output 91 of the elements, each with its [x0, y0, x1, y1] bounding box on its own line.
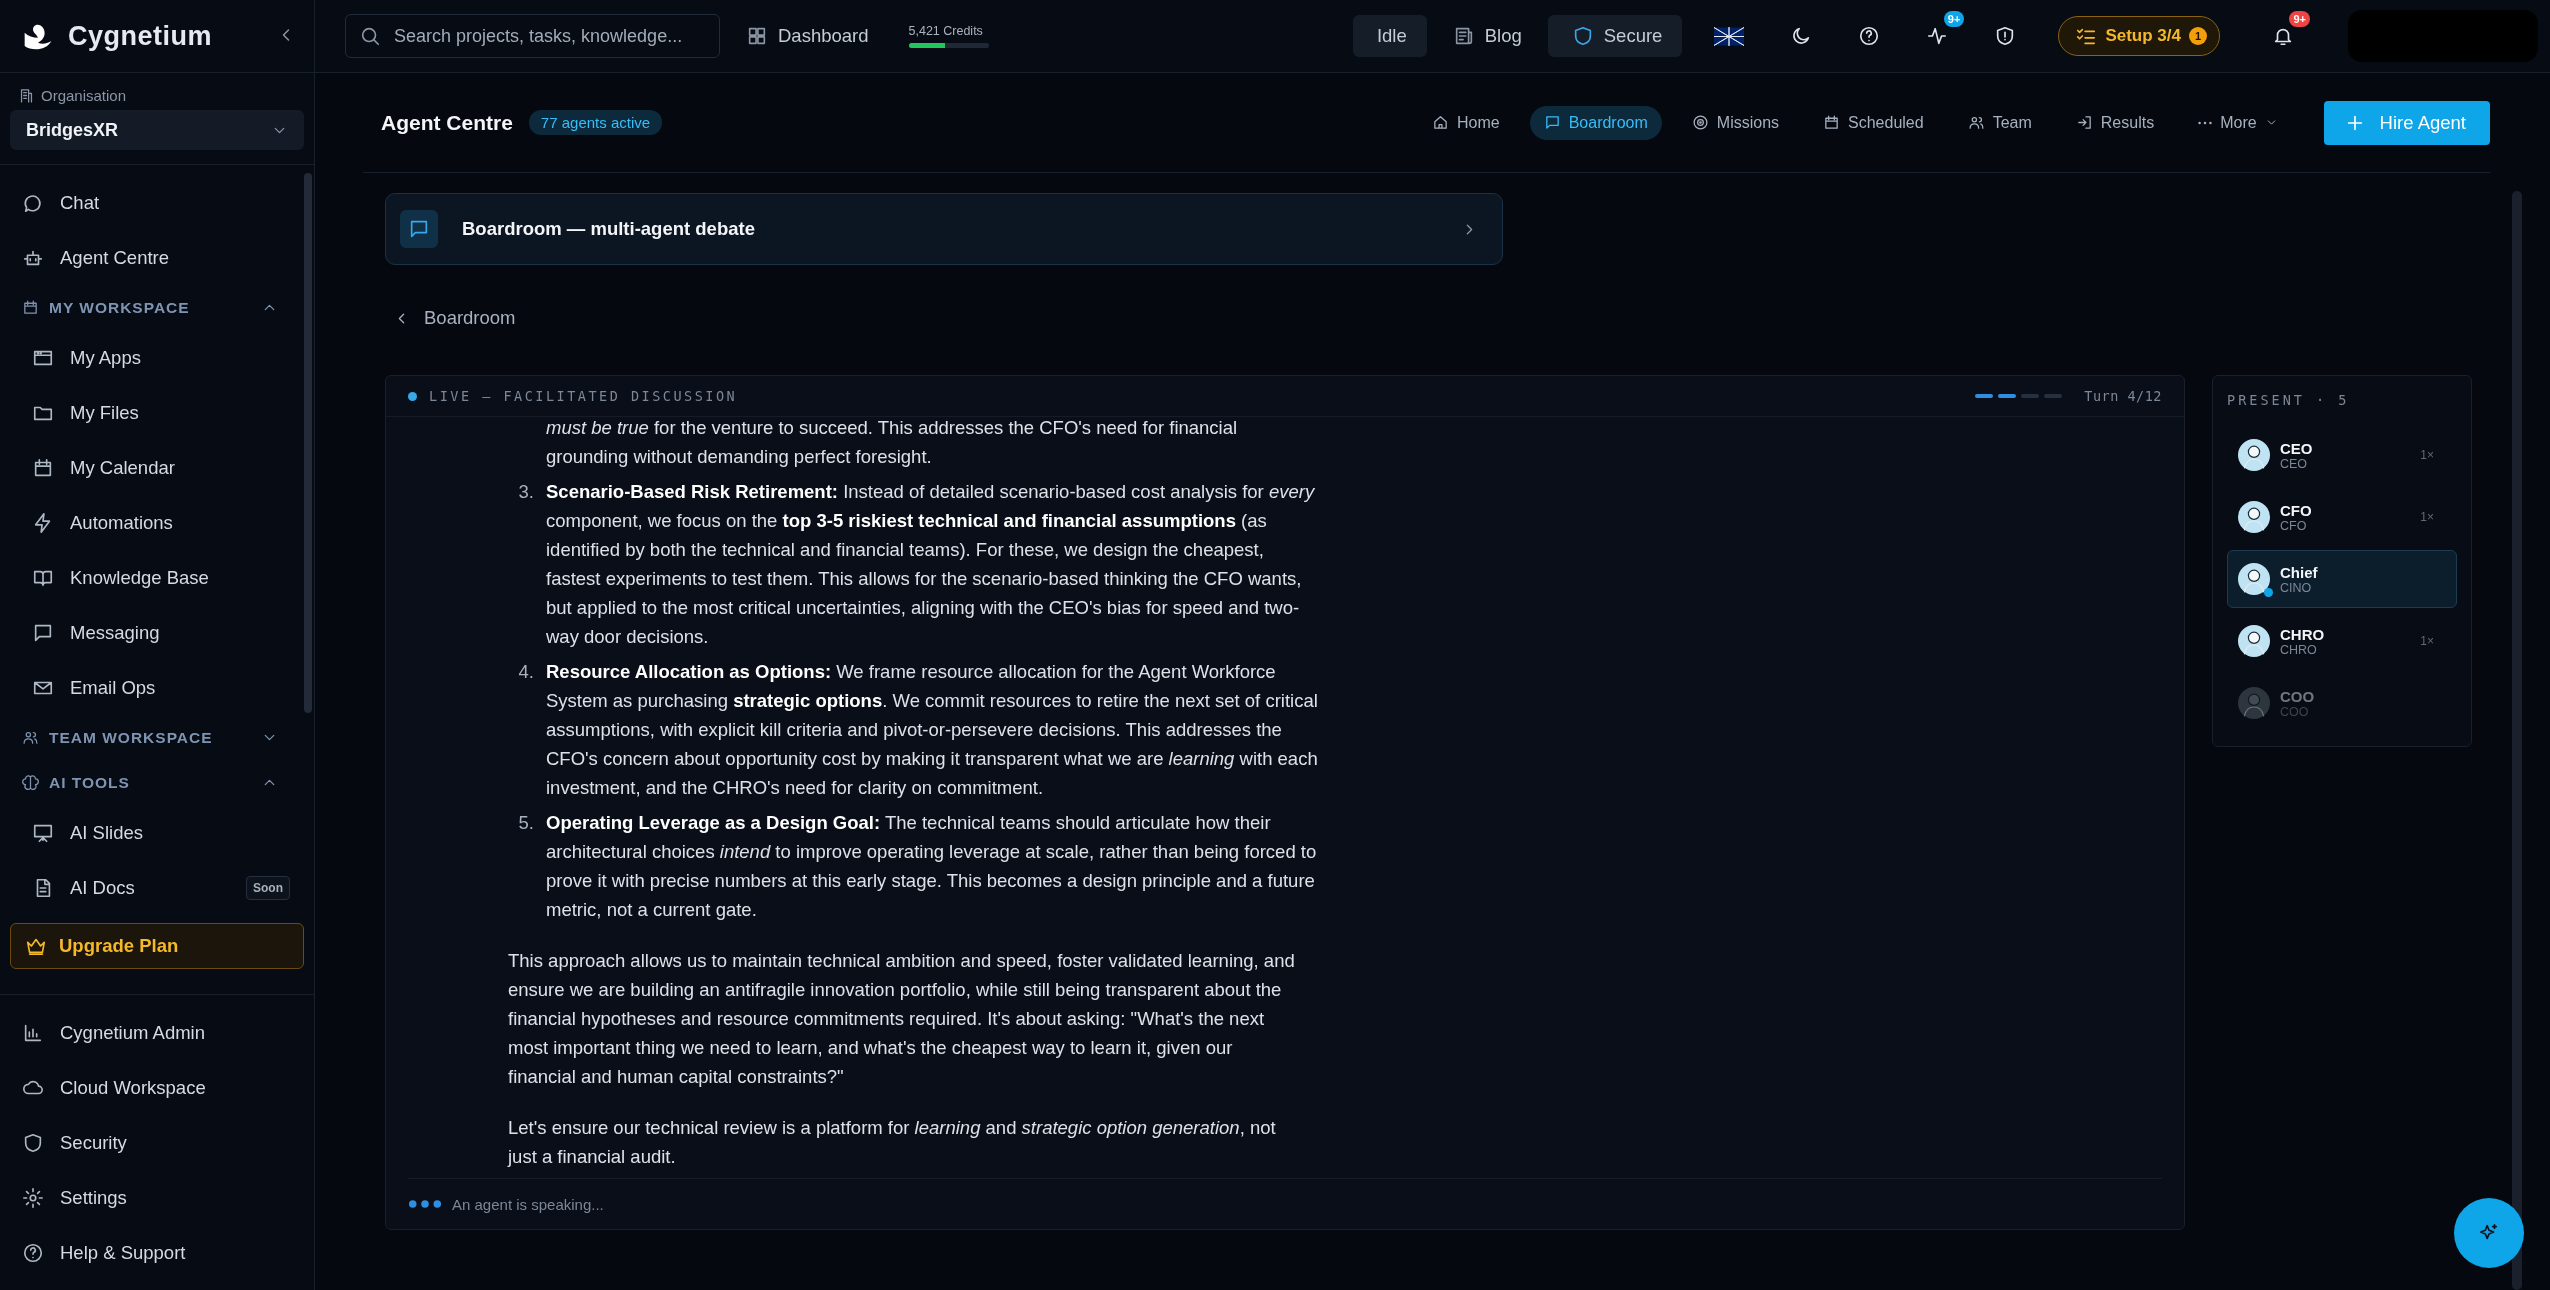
tab[interactable]: More: [2184, 105, 2292, 140]
typing-indicator: An agent is speaking...: [452, 1195, 604, 1213]
credits-label: 5,421 Credits: [908, 24, 984, 38]
avatar-icon: [2238, 625, 2270, 657]
upgrade-plan-button[interactable]: Upgrade Plan: [10, 923, 304, 969]
help-icon[interactable]: [1858, 25, 1881, 47]
sidebar-item[interactable]: Help & Support: [10, 1225, 304, 1280]
list-number: 4.: [517, 660, 534, 684]
building-icon: [18, 87, 35, 104]
boardroom-banner[interactable]: Boardroom — multi-agent debate: [385, 193, 1503, 265]
agent-item[interactable]: COO COO: [2227, 674, 2457, 732]
list-number: 3.: [517, 480, 534, 504]
setup-button[interactable]: Setup 3/4 1: [2058, 16, 2220, 56]
secure-button[interactable]: Secure: [1547, 15, 1683, 57]
message-icon: [1543, 114, 1561, 131]
list-item-text: Scenario-Based Risk Retirement: Instead of detailed scenario-based cost analysis for every component, we focus on the top 3-5 riskiest technical and financial assumptions (as identified by both the technical and financial teams). For these, we design the cheapest, fastest experiments to test them. This allows for the scenario-based thinking the CFO wants, but applied to the most critical uncertainties, aligning with the CEO's bias for speed and two-way door decisions.: [546, 480, 1316, 649]
more-icon: [2198, 120, 2213, 125]
calendar-icon: [1823, 114, 1841, 131]
sidebar-item[interactable]: AI Docs: [10, 860, 147, 915]
status-button[interactable]: Idle: [1352, 15, 1427, 57]
blog-button[interactable]: Blog: [1444, 25, 1530, 47]
section-header[interactable]: TEAM WORKSPACE: [10, 715, 304, 760]
tab[interactable]: Results: [2061, 105, 2169, 140]
tab[interactable]: Team: [1953, 105, 2046, 140]
sidebar-item[interactable]: Cygnetium Admin: [10, 1005, 304, 1060]
list-item-text: Operating Leverage as a Design Goal: The technical teams should articulate how their architectural choices intend to improve operating leverage at scale, rather than being forced to prove it with precise numbers at this early stage. This becomes a design principle and a future metric, not a current gate.: [546, 811, 1318, 922]
back-link[interactable]: Boardroom: [393, 307, 516, 329]
present-title: PRESENT · 5: [2227, 392, 2351, 408]
calendar-icon: [22, 299, 39, 316]
discussion-status: LIVE — FACILITATED DISCUSSION: [429, 388, 738, 404]
logout-icon: [2075, 114, 2093, 131]
uk-flag-icon[interactable]: [1714, 26, 1745, 46]
agents-active-badge: 77 agents active: [528, 110, 663, 135]
page-title: Agent Centre: [381, 110, 513, 135]
notification-count: 9+: [1943, 11, 1965, 27]
agent-item[interactable]: CEO CEO 1×: [2227, 426, 2457, 484]
agent-item[interactable]: CHRO CHRO 1×: [2227, 612, 2457, 670]
typing-dots-icon: [408, 1199, 442, 1209]
section-header[interactable]: MY WORKSPACE: [10, 285, 304, 330]
sidebar-item[interactable]: Cloud Workspace: [10, 1060, 304, 1115]
help-icon: [22, 1241, 44, 1264]
message-icon: [400, 210, 438, 248]
sidebar-item[interactable]: Automations: [10, 495, 185, 550]
section-header[interactable]: AI TOOLS: [10, 760, 304, 805]
activity-icon[interactable]: [1926, 25, 1949, 47]
sidebar-item[interactable]: Chat: [10, 175, 304, 230]
avatar-icon: [2238, 563, 2270, 595]
notification-count: 9+: [2289, 11, 2310, 27]
brand-name: Cygnetium: [68, 20, 213, 52]
scrollbar[interactable]: [2512, 191, 2522, 1290]
calendar-icon: [32, 456, 54, 479]
sidebar-item[interactable]: My Calendar: [10, 440, 187, 495]
sidebar-item[interactable]: Knowledge Base: [10, 550, 221, 605]
target-icon: [1691, 114, 1709, 131]
sidebar-item[interactable]: Messaging: [10, 605, 172, 660]
sidebar-item[interactable]: My Files: [10, 385, 151, 440]
sidebar-item[interactable]: Security: [10, 1115, 304, 1170]
users-icon: [22, 729, 39, 746]
sidebar-item[interactable]: My Apps: [10, 330, 153, 385]
brain-icon: [22, 774, 39, 791]
list-item-text: must be true for the venture to succeed. This addresses the CFO's need for financial grounding without demanding perfect foresight.: [546, 417, 1239, 469]
soon-badge: Soon: [246, 875, 290, 900]
sidebar-item[interactable]: Email Ops: [10, 660, 168, 715]
dashboard-button[interactable]: Dashboard: [738, 25, 877, 47]
avatar-icon: [2238, 687, 2270, 719]
organisation-label: Organisation: [41, 87, 127, 104]
tab[interactable]: Boardroom: [1529, 105, 1662, 140]
scrollbar[interactable]: [304, 173, 312, 713]
list-item-text: Resource Allocation as Options: We frame resource allocation for the Agent Workforce System as purchasing strategic options. We commit resources to retire the next set of critical assumptions, with explicit kill criteria and pivot-or-persevere decisions. This addresses the CFO's concern about opportunity cost by making it transparent what we are learning with each investment, and the CHRO's need for clarity on commitment.: [546, 660, 1319, 800]
agent-item[interactable]: Chief CINO: [2227, 550, 2457, 608]
users-icon: [1967, 114, 1985, 131]
list-number: 5.: [517, 811, 534, 835]
tab[interactable]: Scheduled: [1809, 105, 1938, 140]
agent-item[interactable]: CFO CFO 1×: [2227, 488, 2457, 546]
organisation-select[interactable]: BridgesXR: [10, 110, 304, 150]
home-icon: [1431, 114, 1449, 131]
shield-icon: [22, 1131, 44, 1154]
search-icon: [359, 25, 381, 47]
tab[interactable]: Home: [1417, 105, 1514, 140]
live-dot-icon: [408, 391, 417, 401]
message-paragraph: Let's ensure our technical review is a platform for learning and strategic option generation, not just a financial audit.: [508, 1116, 1277, 1169]
sidebar-item[interactable]: Agent Centre: [10, 230, 304, 285]
sidebar-item[interactable]: Settings: [10, 1170, 304, 1225]
tab[interactable]: Missions: [1677, 105, 1794, 140]
turn-counter: Turn 4/12: [2084, 388, 2162, 404]
search-field[interactable]: Search projects, tasks, knowledge...: [345, 14, 720, 58]
message-paragraph: This approach allows us to maintain technical ambition and speed, foster validated learning, and ensure we are building an antifragile innovation portfolio, while still being transparent about the financial hypotheses and resource commitments required. It's about asking: "What's the next most important thing we need to learn, and what's the cheapest way to learn it, given our financial and human capital constraints?": [508, 949, 1296, 1089]
grid-icon: [746, 25, 768, 47]
avatar-icon: [2238, 439, 2270, 471]
sidebar-item[interactable]: AI Slides: [10, 805, 155, 860]
avatar-icon: [2238, 501, 2270, 533]
